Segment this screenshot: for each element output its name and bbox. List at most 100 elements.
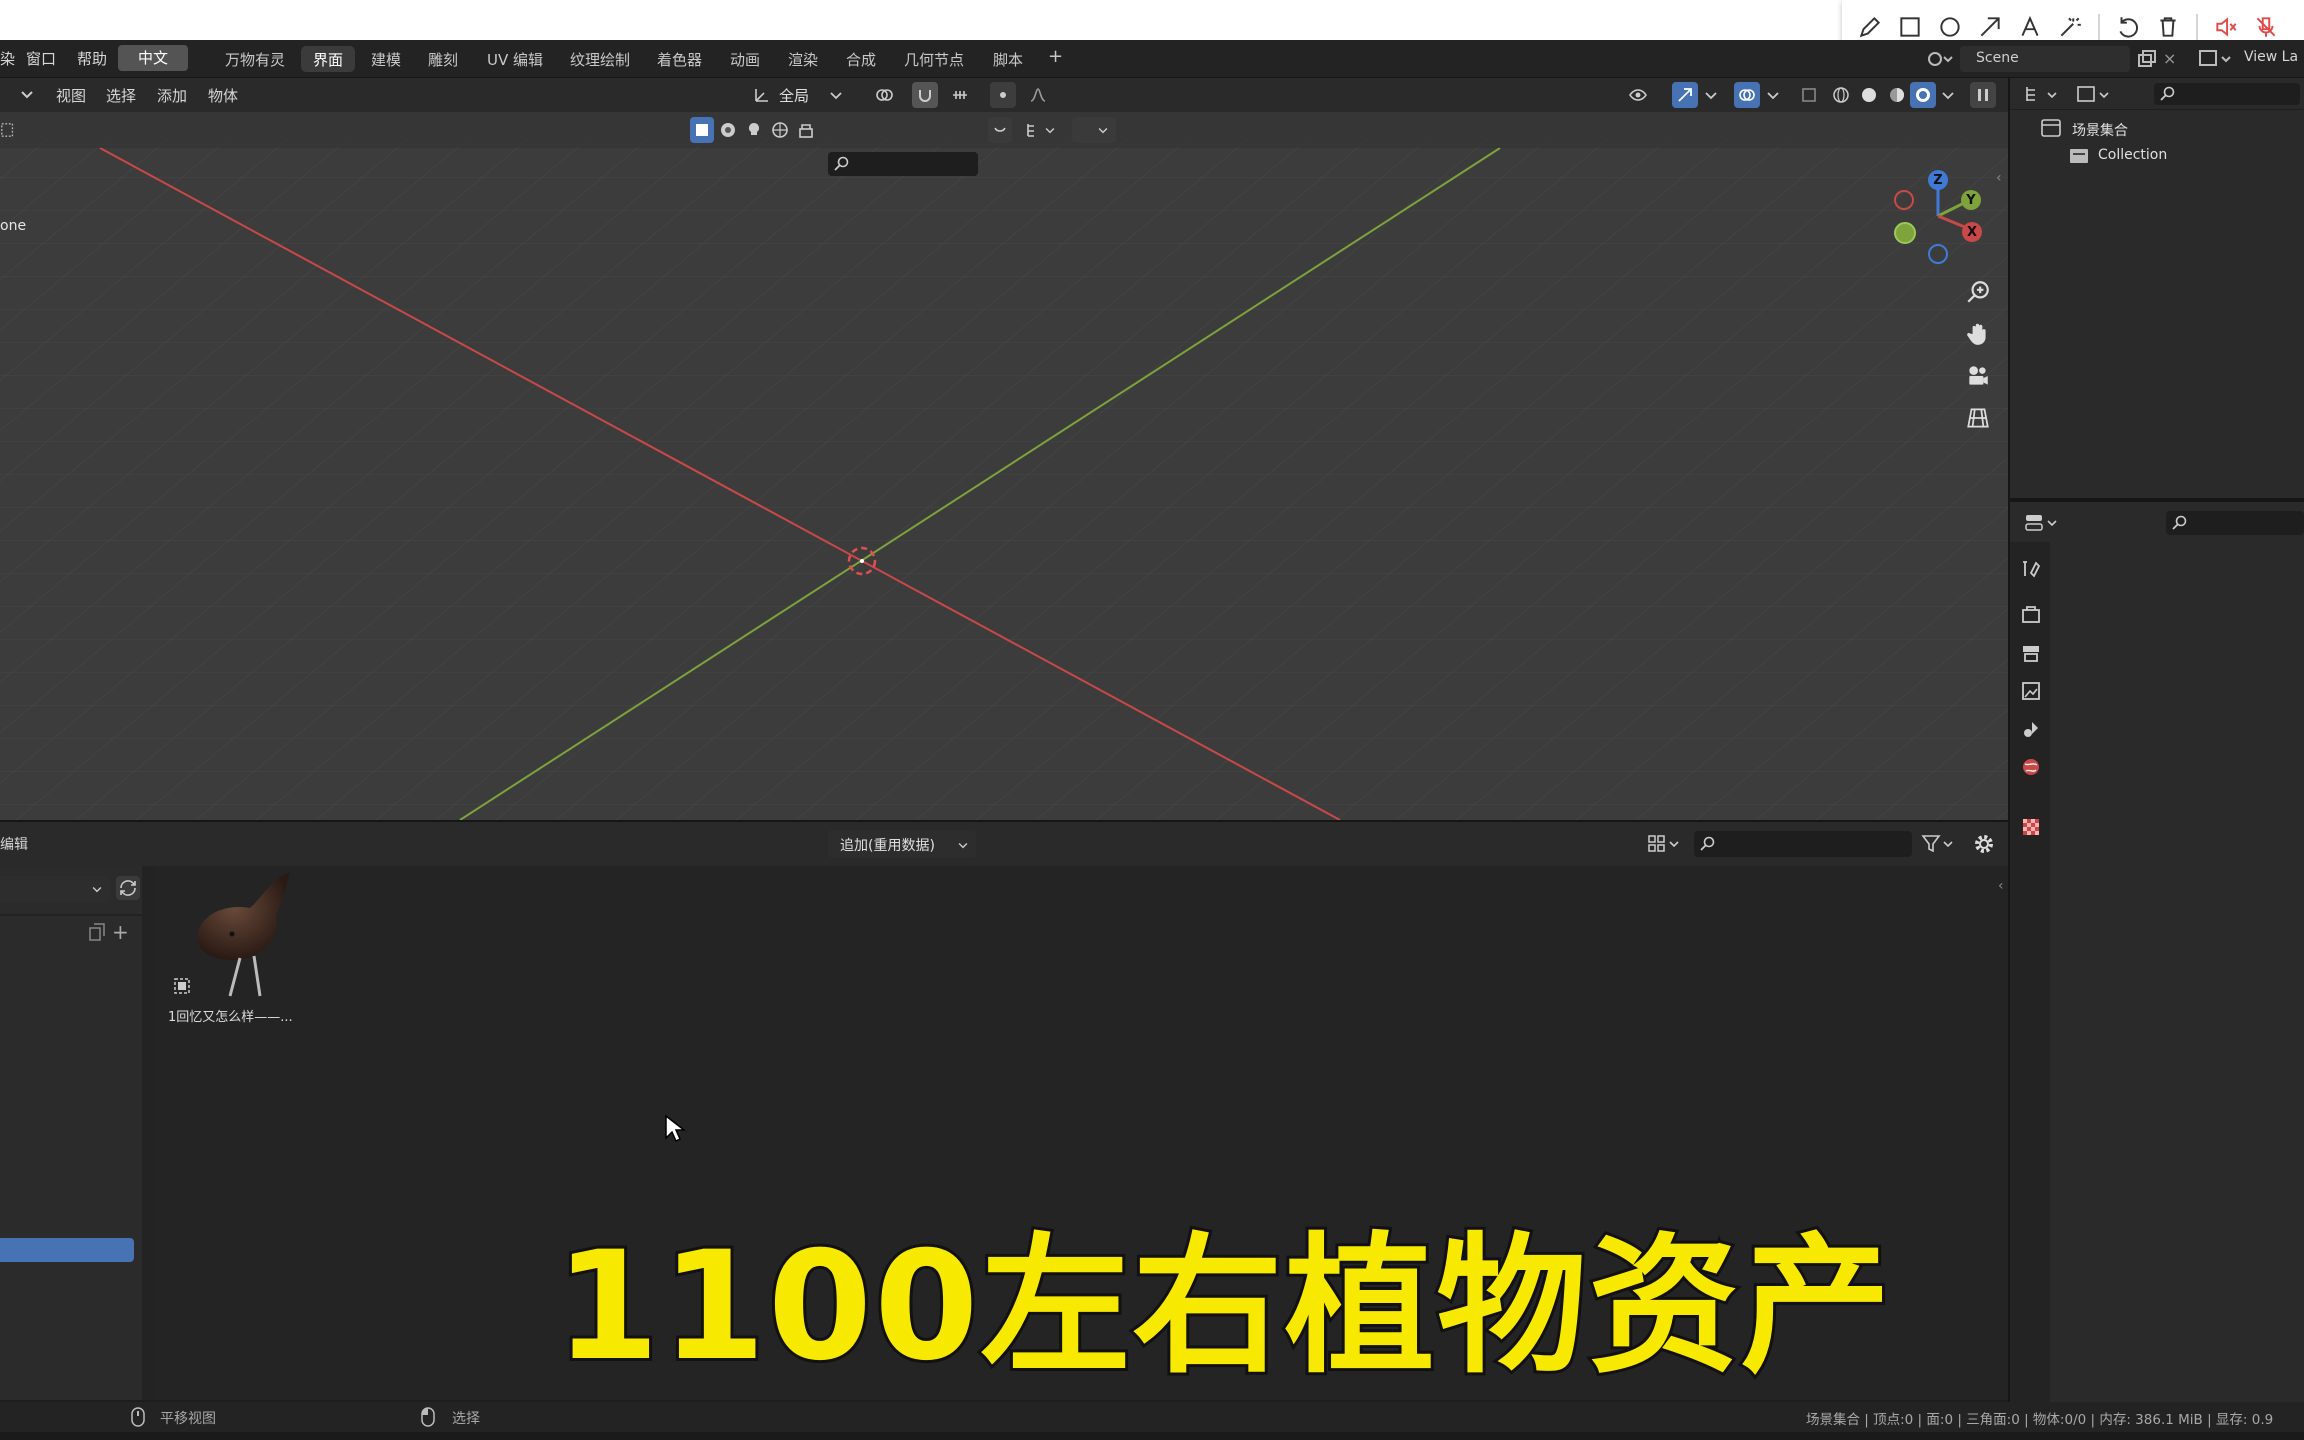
- pivot-point-dropdown[interactable]: [864, 82, 904, 108]
- scene-collection-label[interactable]: 场景集合: [2072, 120, 2128, 140]
- gizmo-neg-y[interactable]: [1894, 222, 1916, 244]
- scene-name-field[interactable]: Scene: [1960, 46, 2130, 72]
- display-mode-dropdown[interactable]: [1646, 832, 1686, 856]
- asset-library-dropdown[interactable]: [0, 876, 110, 902]
- shading-rendered-button[interactable]: [1910, 82, 1936, 108]
- properties-search-input[interactable]: [2166, 511, 2304, 535]
- copy-scene-icon[interactable]: [2136, 49, 2158, 69]
- snap-target-dropdown[interactable]: [940, 82, 980, 108]
- menu-window[interactable]: 窗口: [26, 48, 56, 69]
- 3d-viewport[interactable]: 视图 选择 添加 物体 全局 one Z Y X ‹: [0, 78, 2008, 820]
- view-layer-browse-icon[interactable]: [2198, 48, 2234, 70]
- menu-object[interactable]: 物体: [208, 85, 238, 106]
- sort-dropdown[interactable]: [1020, 117, 1062, 143]
- catalog-dropdown[interactable]: [1072, 117, 1116, 143]
- shading-dropdown[interactable]: [1938, 82, 1958, 108]
- filter-dropdown[interactable]: [2076, 84, 2116, 106]
- sidebar-collapse-icon[interactable]: ‹: [1996, 170, 2002, 186]
- tool-tab-icon[interactable]: [2018, 556, 2044, 582]
- shading-material-button[interactable]: [1884, 82, 1910, 108]
- overlays-toggle[interactable]: [1734, 82, 1760, 108]
- gizmo-z-axis[interactable]: Z: [1928, 170, 1948, 190]
- tab-geometry-nodes[interactable]: 几何节点: [892, 46, 976, 72]
- filter-mesh-icon[interactable]: [716, 117, 740, 143]
- filter-world-icon[interactable]: [768, 117, 792, 143]
- scene-browse-icon[interactable]: [1926, 48, 1954, 70]
- viewport-grid: [0, 78, 2008, 820]
- zoom-icon[interactable]: [1958, 272, 1998, 312]
- visibility-dropdown[interactable]: [1620, 82, 1656, 108]
- menu-select[interactable]: 选择: [106, 85, 136, 106]
- output-tab-icon[interactable]: [2018, 640, 2044, 666]
- gizmo-y-axis[interactable]: Y: [1961, 190, 1981, 210]
- camera-view-icon[interactable]: [1958, 356, 1998, 396]
- editor-type-dropdown[interactable]: [2024, 512, 2064, 534]
- view-layer-tab-icon[interactable]: [2018, 678, 2044, 704]
- filter-light-icon[interactable]: [742, 117, 766, 143]
- gizmo-dropdown[interactable]: [1700, 82, 1722, 108]
- shading-wireframe-button[interactable]: [1828, 82, 1854, 108]
- tab-shading[interactable]: 着色器: [645, 46, 714, 72]
- menu-help[interactable]: 帮助: [77, 48, 107, 69]
- select-box-tool[interactable]: [690, 117, 714, 143]
- refresh-library-icon[interactable]: [116, 876, 140, 900]
- overlays-dropdown[interactable]: [1762, 82, 1784, 108]
- navigation-gizmo[interactable]: Z Y X: [1888, 164, 1988, 264]
- asset-tile[interactable]: 1回忆又怎么样——...: [162, 866, 312, 1036]
- transform-orientation-dropdown[interactable]: 全局: [746, 82, 852, 108]
- gizmo-x-axis[interactable]: X: [1962, 222, 1982, 242]
- orientation-label: 全局: [778, 86, 809, 105]
- asset-browser-header: 编辑 追加(重用数据): [0, 822, 2008, 866]
- tab-animation[interactable]: 动画: [718, 46, 772, 72]
- outliner-search-input[interactable]: [2154, 83, 2300, 105]
- gizmo-toggle[interactable]: [1672, 82, 1698, 108]
- close-scene-icon[interactable]: ×: [2163, 49, 2181, 69]
- proportional-editing-toggle[interactable]: [990, 82, 1016, 108]
- toolbar-toggle-icon[interactable]: [0, 117, 16, 143]
- menu-render-partial[interactable]: 染: [0, 48, 15, 69]
- texture-tab-icon[interactable]: [2018, 814, 2044, 840]
- add-catalog-icon[interactable]: +: [112, 920, 132, 944]
- gizmo-neg-z[interactable]: [1928, 244, 1948, 264]
- editor-type-dropdown[interactable]: [0, 82, 36, 108]
- filter-toggle[interactable]: [988, 117, 1012, 143]
- gear-icon[interactable]: [1972, 832, 1998, 856]
- menu-add[interactable]: 添加: [157, 85, 187, 106]
- viewport-header: 视图 选择 添加 物体 全局: [0, 78, 2008, 112]
- perspective-grid-icon[interactable]: [1958, 398, 1998, 438]
- gizmo-neg-x[interactable]: [1894, 190, 1914, 210]
- display-mode-dropdown[interactable]: [2024, 84, 2064, 106]
- pause-render-button[interactable]: [1970, 82, 1996, 108]
- hand-pan-icon[interactable]: [1958, 314, 1998, 354]
- shading-solid-button[interactable]: [1856, 82, 1882, 108]
- tab-rendering[interactable]: 渲染: [776, 46, 830, 72]
- new-catalog-icon[interactable]: [86, 922, 108, 944]
- tab-uv-editing[interactable]: UV 编辑: [475, 46, 555, 72]
- view-layer-name[interactable]: View La: [2244, 49, 2298, 65]
- add-workspace-button[interactable]: +: [1036, 43, 1075, 69]
- tab-scripting[interactable]: 脚本: [981, 46, 1035, 72]
- render-tab-icon[interactable]: [2018, 602, 2044, 628]
- menu-view[interactable]: 视图: [56, 85, 86, 106]
- tab-wanwuyouling[interactable]: 万物有灵: [213, 46, 297, 72]
- tab-modeling[interactable]: 建模: [359, 46, 413, 72]
- sidebar-collapse-icon[interactable]: ‹: [1998, 878, 2004, 894]
- collection-label[interactable]: Collection: [2098, 147, 2167, 163]
- editor-label[interactable]: 编辑: [0, 834, 28, 854]
- viewport-search-input[interactable]: [828, 152, 978, 176]
- asset-search-input[interactable]: [1694, 831, 1912, 857]
- tab-layout[interactable]: 界面: [301, 46, 356, 72]
- scene-tab-icon[interactable]: [2018, 716, 2044, 742]
- filter-dropdown[interactable]: [1920, 832, 1958, 856]
- tab-compositing[interactable]: 合成: [834, 46, 888, 72]
- world-tab-icon[interactable]: [2018, 754, 2044, 780]
- xray-toggle[interactable]: [1796, 82, 1822, 108]
- import-mode-dropdown[interactable]: 追加(重用数据): [828, 830, 976, 858]
- tab-sculpting[interactable]: 雕刻: [416, 46, 470, 72]
- language-button[interactable]: 中文: [118, 45, 188, 71]
- falloff-dropdown[interactable]: [1018, 82, 1058, 108]
- filter-scene-icon[interactable]: [794, 117, 818, 143]
- tab-texture-paint[interactable]: 纹理绘制: [558, 46, 642, 72]
- catalog-item-selected[interactable]: [0, 1238, 134, 1262]
- snap-toggle[interactable]: [912, 82, 938, 108]
